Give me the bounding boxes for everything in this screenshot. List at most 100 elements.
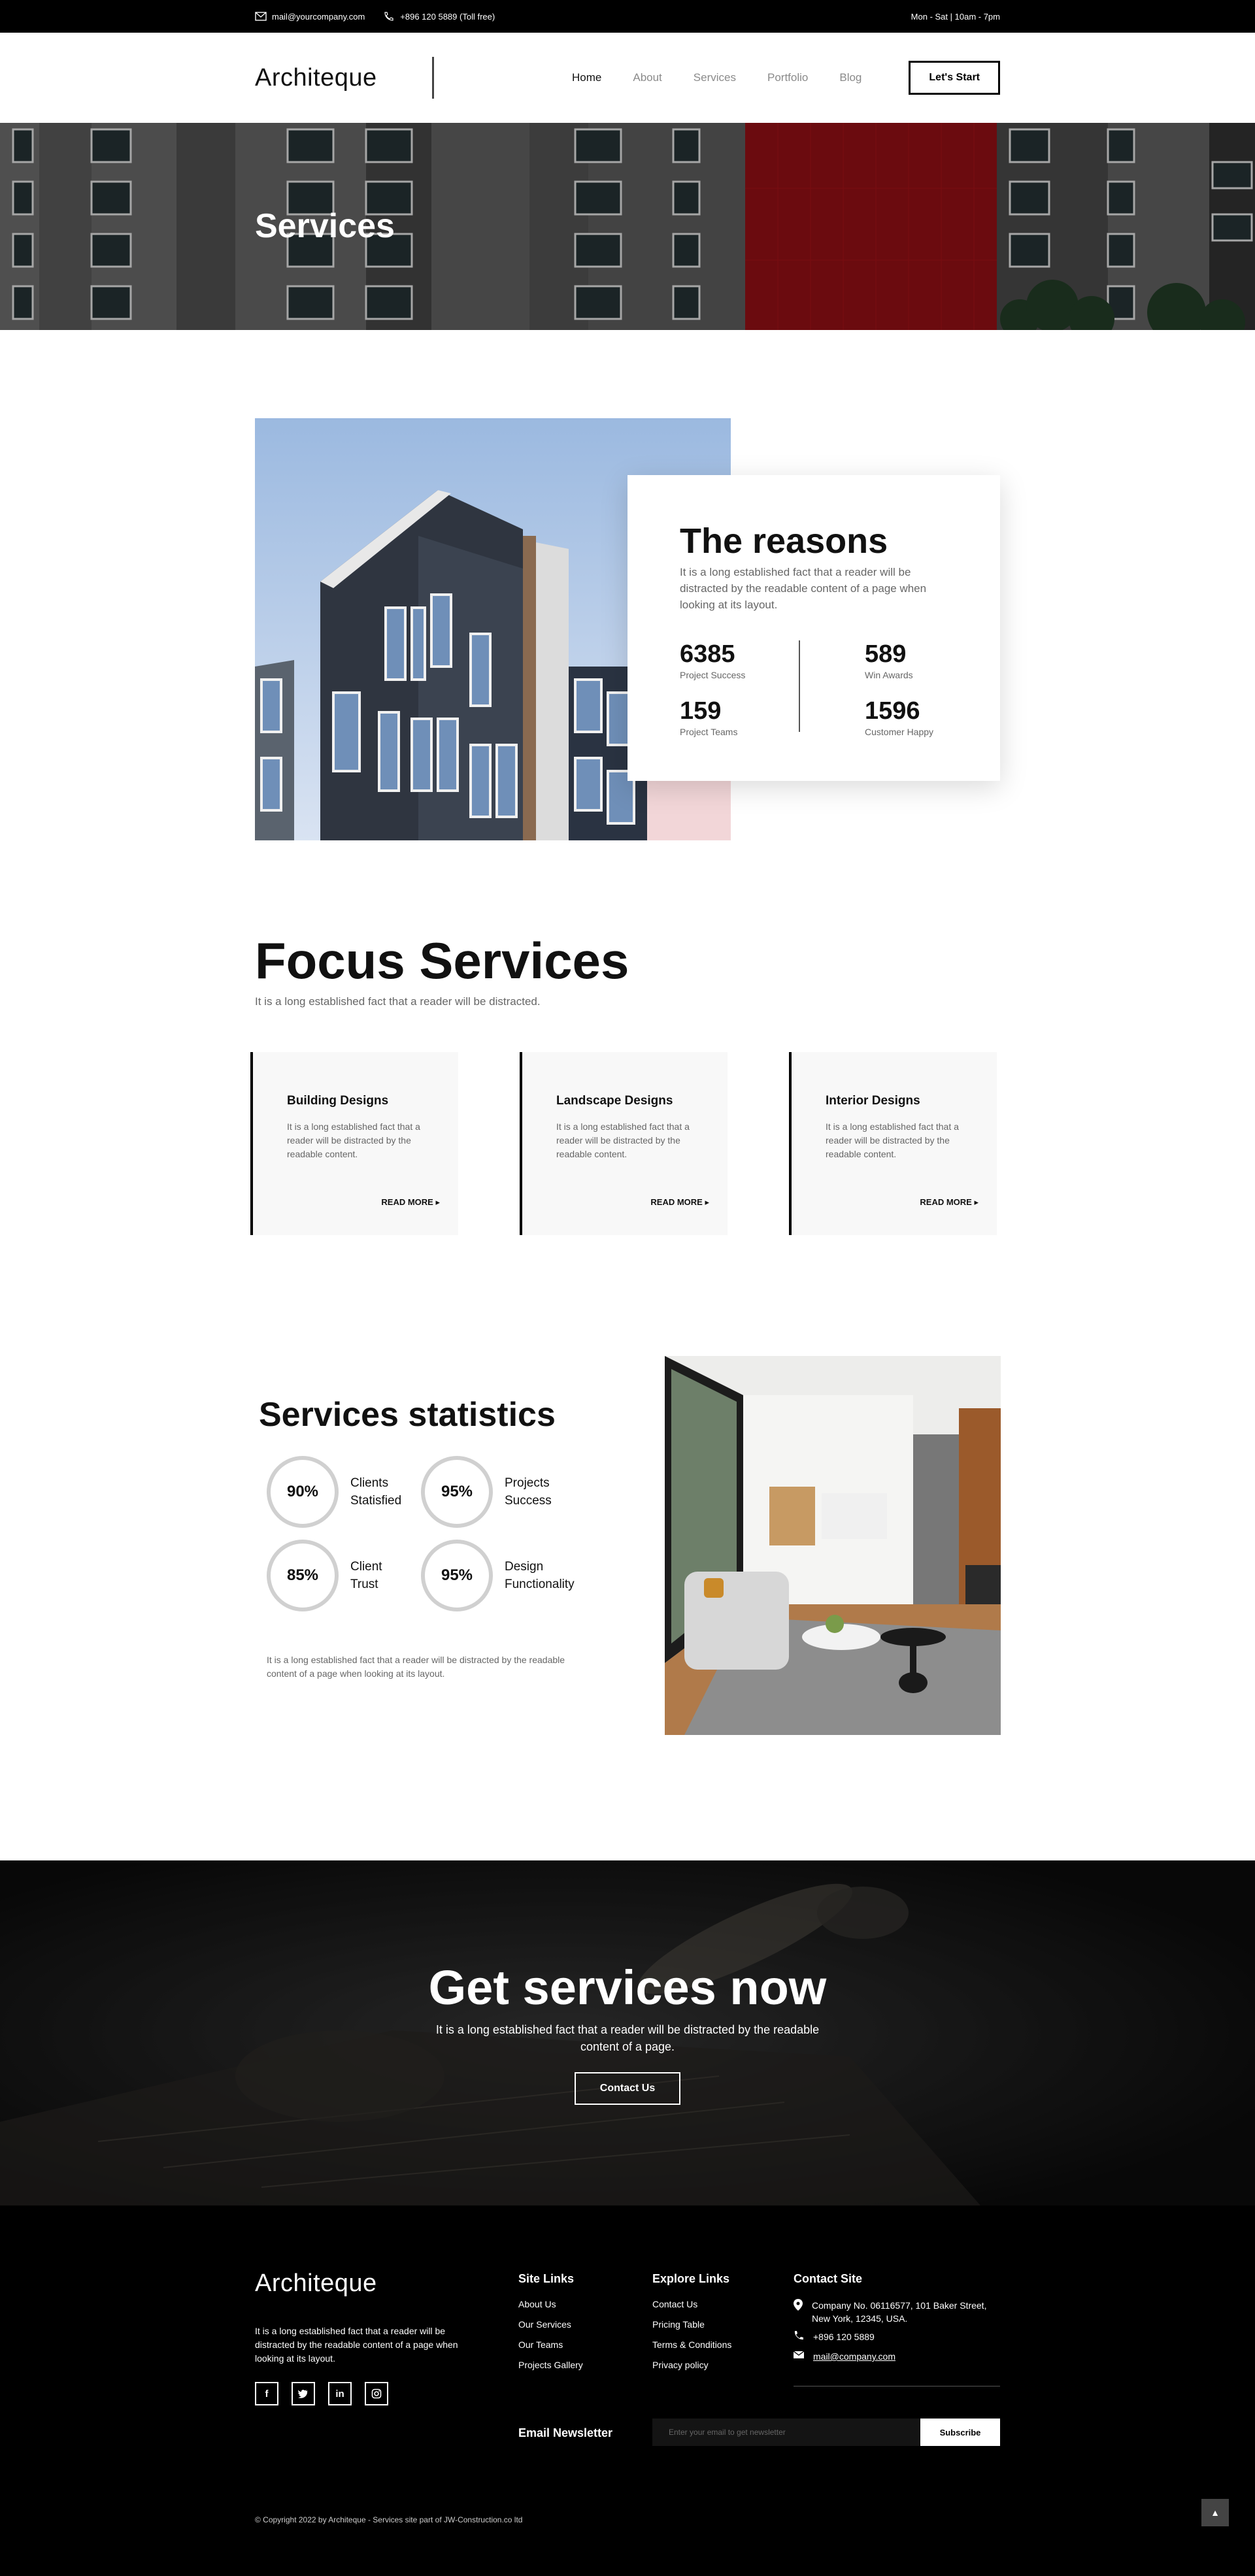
reasons-title: The reasons [680, 521, 888, 561]
stat-number: 159 [680, 697, 722, 725]
envelope-icon [793, 2350, 805, 2363]
copyright-text: © Copyright 2022 by Architeque - Service… [255, 2515, 523, 2524]
footer-brand-logo[interactable]: Architeque [255, 2270, 377, 2298]
stat-circle-label: Projects [505, 1476, 550, 1490]
percent-ring: 90% [267, 1456, 339, 1528]
linkedin-icon[interactable]: in [328, 2382, 352, 2405]
map-pin-icon [794, 2299, 803, 2315]
footer-link[interactable]: Contact Us [652, 2299, 731, 2309]
phone-icon [384, 12, 393, 21]
topbar-phone[interactable]: +896 120 5889 (Toll free) [383, 12, 495, 22]
hero-background-image [0, 123, 1255, 330]
stat-project-teams: 159 Project Teams [680, 697, 814, 737]
main-nav: Home About Services Portfolio Blog [572, 71, 862, 84]
site-footer: Architeque It is a long established fact… [0, 2205, 1255, 2576]
stat-circle-projects: 95% Projects Success [421, 1456, 575, 1528]
focus-services-section: Focus Services It is a long established … [0, 892, 1255, 1336]
contact-us-button[interactable]: Contact Us [575, 2072, 680, 2105]
footer-link[interactable]: About Us [518, 2299, 583, 2309]
top-bar: mail@yourcompany.com +896 120 5889 (Toll… [0, 0, 1255, 33]
contact-email[interactable]: mail@company.com [813, 2350, 895, 2363]
cta-text: It is a long established fact that a rea… [435, 2023, 820, 2053]
stat-customer-happy: 1596 Customer Happy [814, 697, 948, 737]
stat-circle-label: Client [350, 1560, 382, 1574]
service-card-text: It is a long established fact that a rea… [287, 1121, 420, 1159]
stat-win-awards: 589 Win Awards [814, 640, 948, 680]
social-links: f in [255, 2382, 388, 2405]
instagram-icon[interactable] [365, 2382, 388, 2405]
focus-title: Focus Services [255, 932, 629, 989]
stat-circle-label: Success [505, 1494, 552, 1508]
stat-circle-label: Functionality [505, 1577, 575, 1591]
stat-circle-trust: 85% Client Trust [267, 1540, 421, 1611]
stat-number: 6385 [680, 640, 735, 668]
explore-links-column: Explore Links Contact Us Pricing Table T… [652, 2272, 731, 2380]
reasons-text: It is a long established fact that a rea… [680, 566, 927, 611]
nav-services[interactable]: Services [694, 71, 736, 84]
statistics-note: It is a long established fact that a rea… [267, 1655, 565, 1679]
brand-divider [431, 57, 434, 99]
statistics-title: Services statistics [259, 1396, 556, 1434]
footer-link[interactable]: Pricing Table [652, 2319, 731, 2330]
stat-circle-label: Clients [350, 1476, 389, 1490]
service-card-landscape: Landscape Designs It is a long establish… [520, 1052, 728, 1235]
living-room-image [665, 1356, 1001, 1735]
hero-banner: Services [0, 123, 1255, 330]
percent-ring: 95% [421, 1540, 493, 1611]
nav-home[interactable]: Home [572, 71, 601, 84]
stat-circle-label: Design [505, 1560, 544, 1574]
stat-label: Project Teams [680, 727, 738, 737]
lets-start-button[interactable]: Let's Start [909, 61, 1000, 95]
service-card-title: Building Designs [287, 1094, 389, 1108]
page-title: Services [255, 207, 395, 245]
footer-link[interactable]: Projects Gallery [518, 2360, 583, 2370]
nav-about[interactable]: About [633, 71, 661, 84]
facebook-icon[interactable]: f [255, 2382, 278, 2405]
brand-logo[interactable]: Architeque [255, 64, 377, 92]
stat-label: Project Success [680, 670, 746, 680]
explore-links-title: Explore Links [652, 2272, 730, 2285]
newsletter-form: Subscribe [652, 2419, 1000, 2446]
percent-ring: 85% [267, 1540, 339, 1611]
reasons-section: The reasons It is a long established fac… [0, 330, 1255, 892]
service-card-text: It is a long established fact that a rea… [556, 1121, 690, 1159]
reasons-stats: 6385 Project Success 589 Win Awards 159 … [680, 640, 948, 754]
footer-link[interactable]: Terms & Conditions [652, 2339, 731, 2350]
contact-address: Company No. 06116577, 101 Baker Street, … [812, 2300, 987, 2324]
back-to-top-button[interactable]: ▲ [1201, 2499, 1229, 2526]
read-more-link[interactable]: READ MORE ▸ [381, 1197, 440, 1208]
contact-column: Contact Site Company No. 06116577, 101 B… [793, 2272, 1000, 2368]
phone-icon [794, 2330, 804, 2345]
get-services-section: Get services now It is a long establishe… [0, 1860, 1255, 2205]
footer-link[interactable]: Our Services [518, 2319, 583, 2330]
footer-link[interactable]: Privacy policy [652, 2360, 731, 2370]
service-card-title: Landscape Designs [556, 1094, 673, 1108]
topbar-email-text: mail@yourcompany.com [272, 11, 365, 22]
read-more-link[interactable]: READ MORE ▸ [650, 1197, 709, 1208]
service-card-building: Building Designs It is a long establishe… [250, 1052, 458, 1235]
service-card-title: Interior Designs [826, 1094, 920, 1108]
site-links-title: Site Links [518, 2272, 575, 2285]
stat-circle-label: Statisfied [350, 1494, 402, 1508]
read-more-link[interactable]: READ MORE ▸ [920, 1197, 979, 1208]
stat-number: 1596 [865, 697, 920, 725]
newsletter-email-input[interactable] [652, 2419, 920, 2446]
twitter-icon[interactable] [292, 2382, 315, 2405]
subscribe-button[interactable]: Subscribe [920, 2419, 1000, 2446]
contact-title: Contact Site [794, 2272, 863, 2285]
focus-subtitle: It is a long established fact that a rea… [255, 995, 541, 1008]
stat-project-success: 6385 Project Success [680, 640, 814, 680]
nav-blog[interactable]: Blog [839, 71, 862, 84]
nav-portfolio[interactable]: Portfolio [767, 71, 808, 84]
topbar-phone-text: +896 120 5889 (Toll free) [400, 11, 495, 22]
footer-link[interactable]: Our Teams [518, 2339, 583, 2350]
newsletter-label: Email Newsletter [518, 2426, 613, 2439]
contact-phone[interactable]: +896 120 5889 [813, 2330, 875, 2343]
site-header: Architeque Home About Services Portfolio… [0, 33, 1255, 123]
stat-label: Win Awards [865, 670, 913, 680]
stat-label: Customer Happy [865, 727, 934, 737]
statistics-circles: 90% Clients Statisfied 95% Projects Succes… [267, 1456, 575, 1611]
topbar-email[interactable]: mail@yourcompany.com [255, 12, 365, 22]
topbar-hours: Mon - Sat | 10am - 7pm [911, 11, 1000, 22]
stat-circle-clients: 90% Clients Statisfied [267, 1456, 421, 1528]
